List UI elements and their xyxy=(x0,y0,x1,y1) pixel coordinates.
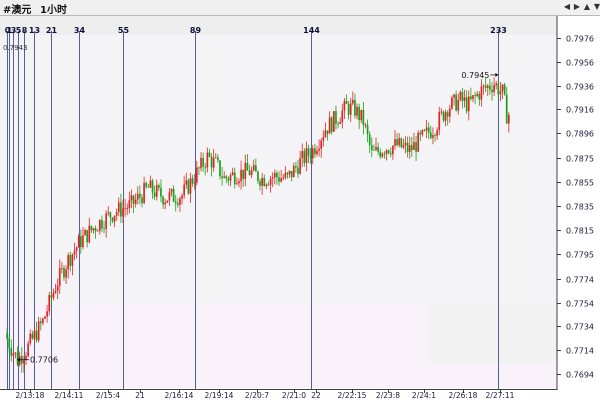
y-tick-label: 0.7754 xyxy=(566,300,594,309)
fib-label-8: 8 xyxy=(22,26,28,35)
candle xyxy=(187,178,190,195)
y-tick-label: 0.7916 xyxy=(566,106,594,115)
y-tick-label: 0.7774 xyxy=(566,276,594,285)
x-tick-label: 2/16:14 xyxy=(165,391,194,400)
fib-label-233: 233 xyxy=(490,26,507,35)
x-tick-label: 2/15:4 xyxy=(96,391,120,400)
x-tick-label: 2/22:15 xyxy=(338,391,367,400)
x-tick-label: 2/19:14 xyxy=(205,391,234,400)
y-tick-label: 0.7694 xyxy=(566,371,594,380)
candle xyxy=(442,110,445,123)
fib-label-13: 13 xyxy=(29,26,40,35)
x-tick-label: 2/20:7 xyxy=(245,391,269,400)
fib-label-21: 21 xyxy=(46,26,58,35)
y-tick-label: 0.7835 xyxy=(566,203,594,212)
top-left-value: 0.7943 xyxy=(3,44,28,52)
y-tick-label: 0.7956 xyxy=(566,59,594,68)
x-tick-label: 2/21:0 xyxy=(282,391,306,400)
y-tick-label: 0.7875 xyxy=(566,155,594,164)
y-tick-label: 0.7795 xyxy=(566,251,594,260)
y-tick-label: 0.7855 xyxy=(566,179,594,188)
x-tick-label: 2/26:18 xyxy=(449,391,478,400)
candle xyxy=(400,137,403,149)
y-tick-label: 0.7896 xyxy=(566,130,594,139)
fib-label-34: 34 xyxy=(74,26,86,35)
candle xyxy=(330,115,333,135)
price-annotation: 0.7706 xyxy=(30,356,58,365)
y-tick-label: 0.7936 xyxy=(566,83,594,92)
fib-label-144: 144 xyxy=(303,26,320,35)
fib-label-89: 89 xyxy=(190,26,202,35)
x-tick-label: 2/23:8 xyxy=(376,391,400,400)
x-tick-label: 2/27:11 xyxy=(486,391,515,400)
x-tick-label: 22 xyxy=(311,391,321,400)
y-tick-label: 0.7714 xyxy=(566,347,594,356)
candle xyxy=(451,95,453,111)
y-tick-label: 0.7734 xyxy=(566,323,594,332)
fib-label-55: 55 xyxy=(118,26,130,35)
x-tick-label: 21 xyxy=(135,391,145,400)
x-tick-label: 2/13:18 xyxy=(16,391,45,400)
candlestick-chart: 013 5 8 13 21 34 55 89 144 233 0.79450.7706 0.797… xyxy=(0,16,594,400)
candle xyxy=(333,110,335,133)
candle xyxy=(417,130,420,153)
x-tick-label: 2/24:1 xyxy=(412,391,436,400)
plot-inset-panel xyxy=(428,305,557,363)
x-tick-label: 2/14:11 xyxy=(55,391,84,400)
y-tick-label: 0.7815 xyxy=(566,227,594,236)
y-tick-label: 0.7976 xyxy=(566,35,594,44)
candle xyxy=(503,82,506,96)
price-annotation: 0.7945 xyxy=(461,71,489,80)
